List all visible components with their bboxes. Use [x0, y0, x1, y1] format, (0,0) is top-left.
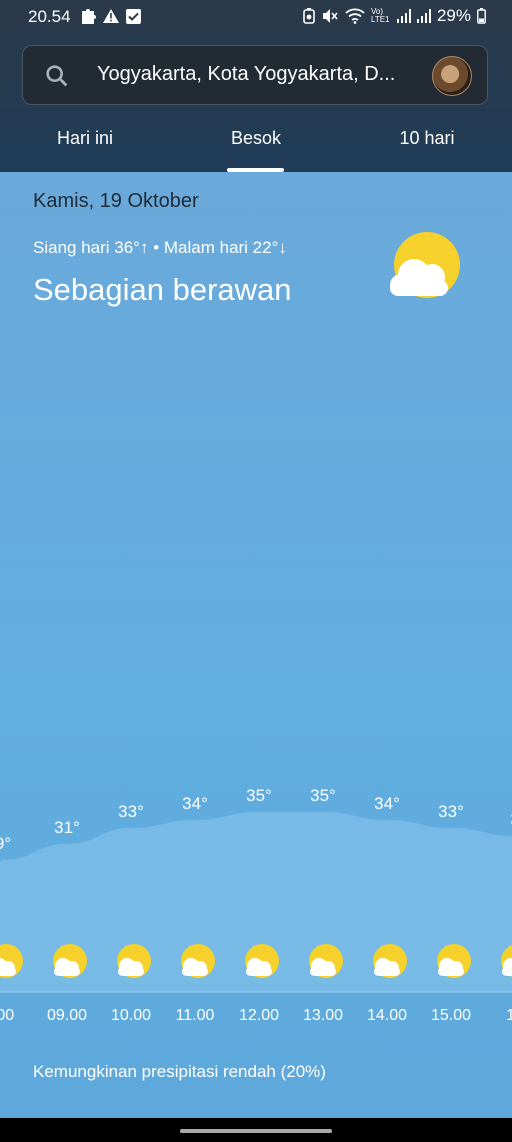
- hour-label: 09.00: [47, 1007, 87, 1024]
- hour-label: 16: [506, 1007, 512, 1024]
- status-time: 20.54: [28, 7, 71, 26]
- hourly-temperature-chart: 9° .00 31° 09.00 33° 10.00 34° 11.00 35° 12.…: [0, 786, 512, 1024]
- temp-label: 35°: [310, 786, 336, 805]
- navigation-bar: [0, 1118, 512, 1142]
- hour-label: 11.00: [176, 1007, 215, 1024]
- hour-label: .00: [0, 1007, 14, 1024]
- home-handle[interactable]: [180, 1129, 332, 1133]
- avatar[interactable]: [432, 56, 472, 96]
- status-bar: 20.54 Vo) LTE1 29%: [0, 0, 512, 34]
- tab-10-days[interactable]: 10 hari: [342, 128, 512, 149]
- tab-tomorrow[interactable]: Besok: [171, 128, 341, 149]
- temp-label: 9°: [0, 834, 11, 853]
- temp-label: 33°: [438, 802, 464, 821]
- warning-icon: [103, 9, 119, 23]
- search-icon[interactable]: [43, 62, 71, 90]
- location-search-bar[interactable]: Yogyakarta, Kota Yogyakarta, D...: [22, 45, 488, 105]
- hour-label: 15.00: [431, 1007, 471, 1024]
- signal-icon: [396, 9, 411, 23]
- temp-label: 33°: [118, 802, 144, 821]
- hour-label: 10.00: [111, 1007, 151, 1024]
- wifi-icon: [345, 8, 365, 24]
- partly-cloudy-icon: [437, 944, 471, 978]
- tab-today[interactable]: Hari ini: [0, 128, 170, 149]
- signal-text: Vo) LTE1: [370, 7, 390, 24]
- status-right: Vo) LTE1 29%: [303, 6, 486, 26]
- precipitation-note: Kemungkinan presipitasi rendah (20%): [33, 1062, 326, 1081]
- signal-icon: [416, 9, 431, 23]
- battery-icon: [477, 8, 486, 24]
- puzzle-icon: [82, 9, 96, 24]
- partly-cloudy-icon: [309, 944, 343, 978]
- temp-label: 31°: [54, 818, 80, 837]
- check-icon: [126, 8, 141, 24]
- location-text[interactable]: Yogyakarta, Kota Yogyakarta, D...: [97, 63, 427, 86]
- hour-label: 12.00: [239, 1007, 279, 1024]
- partly-cloudy-icon: [245, 944, 279, 978]
- temp-label: 34°: [182, 794, 208, 813]
- hour-label: 14.00: [367, 1007, 407, 1024]
- forecast-tabs: Hari ini Besok 10 hari: [0, 118, 512, 172]
- app-header: 20.54 Vo) LTE1 29% Yogyakarta, Kota Yogy…: [0, 0, 512, 172]
- temp-label: 35°: [246, 786, 272, 805]
- status-left-icons: [80, 7, 141, 25]
- partly-cloudy-icon: [117, 944, 151, 978]
- battery-saver-icon: [303, 8, 315, 24]
- partly-cloudy-icon: [181, 944, 215, 978]
- partly-cloudy-icon: [53, 944, 87, 978]
- battery-percent: 29%: [436, 6, 471, 25]
- temp-label: 34°: [374, 794, 400, 813]
- hour-label: 13.00: [303, 1007, 343, 1024]
- partly-cloudy-icon: [373, 944, 407, 978]
- mute-icon: [322, 9, 338, 23]
- forecast-panel: Kamis, 19 Oktober Siang hari 36°↑ • Mala…: [0, 172, 512, 1118]
